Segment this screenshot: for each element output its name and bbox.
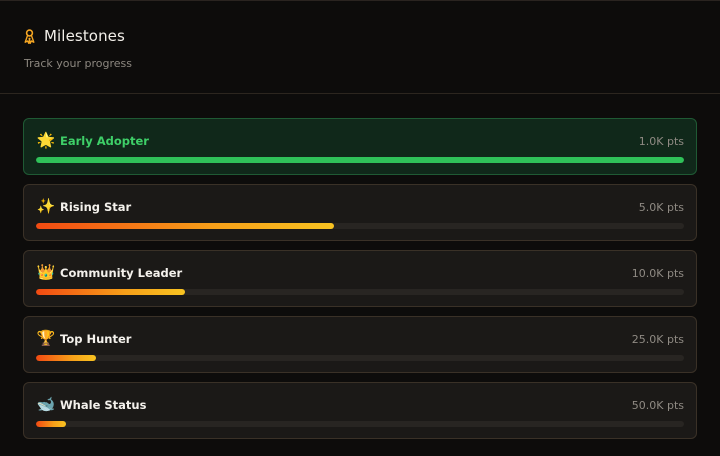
milestone-name: Top Hunter — [60, 332, 132, 346]
milestone-points: 5.0K pts — [638, 201, 684, 214]
milestone-card-community-leader[interactable]: 👑 Community Leader 10.0K pts — [23, 250, 697, 307]
milestone-card-early-adopter[interactable]: 🌟 Early Adopter 1.0K pts — [23, 118, 697, 175]
sparkles-icon: ✨ — [36, 197, 56, 215]
milestones-header: Milestones Track your progress — [0, 1, 720, 94]
milestone-list: 🌟 Early Adopter 1.0K pts ✨ Rising Star 5… — [23, 118, 697, 448]
milestone-points: 10.0K pts — [631, 267, 684, 280]
milestone-card-top-hunter[interactable]: 🏆 Top Hunter 25.0K pts — [23, 316, 697, 373]
whale-icon: 🐋 — [36, 395, 56, 413]
milestone-name: Community Leader — [60, 266, 183, 280]
milestone-name: Early Adopter — [60, 134, 149, 148]
glowing-star-icon: 🌟 — [36, 131, 56, 149]
progress-track — [36, 223, 684, 229]
progress-fill — [36, 289, 186, 295]
milestone-name: Rising Star — [60, 200, 132, 214]
page-title: Milestones — [44, 27, 125, 45]
title-row: Milestones — [24, 27, 696, 45]
medal-icon — [24, 28, 35, 44]
milestone-points: 50.0K pts — [631, 399, 684, 412]
milestone-points: 1.0K pts — [638, 135, 684, 148]
milestone-card-rising-star[interactable]: ✨ Rising Star 5.0K pts — [23, 184, 697, 241]
progress-fill — [36, 157, 684, 163]
milestones-panel: Milestones Track your progress 🌟 Early A… — [0, 0, 720, 456]
progress-fill — [36, 223, 335, 229]
milestone-card-whale-status[interactable]: 🐋 Whale Status 50.0K pts — [23, 382, 697, 439]
crown-icon: 👑 — [36, 263, 56, 281]
progress-track — [36, 289, 684, 295]
progress-fill — [36, 421, 66, 427]
progress-track — [36, 421, 684, 427]
milestone-points: 25.0K pts — [631, 333, 684, 346]
progress-track — [36, 157, 684, 163]
progress-track — [36, 355, 684, 361]
progress-fill — [36, 355, 96, 361]
trophy-icon: 🏆 — [36, 329, 56, 347]
milestone-name: Whale Status — [60, 398, 147, 412]
page-subtitle: Track your progress — [24, 57, 132, 70]
